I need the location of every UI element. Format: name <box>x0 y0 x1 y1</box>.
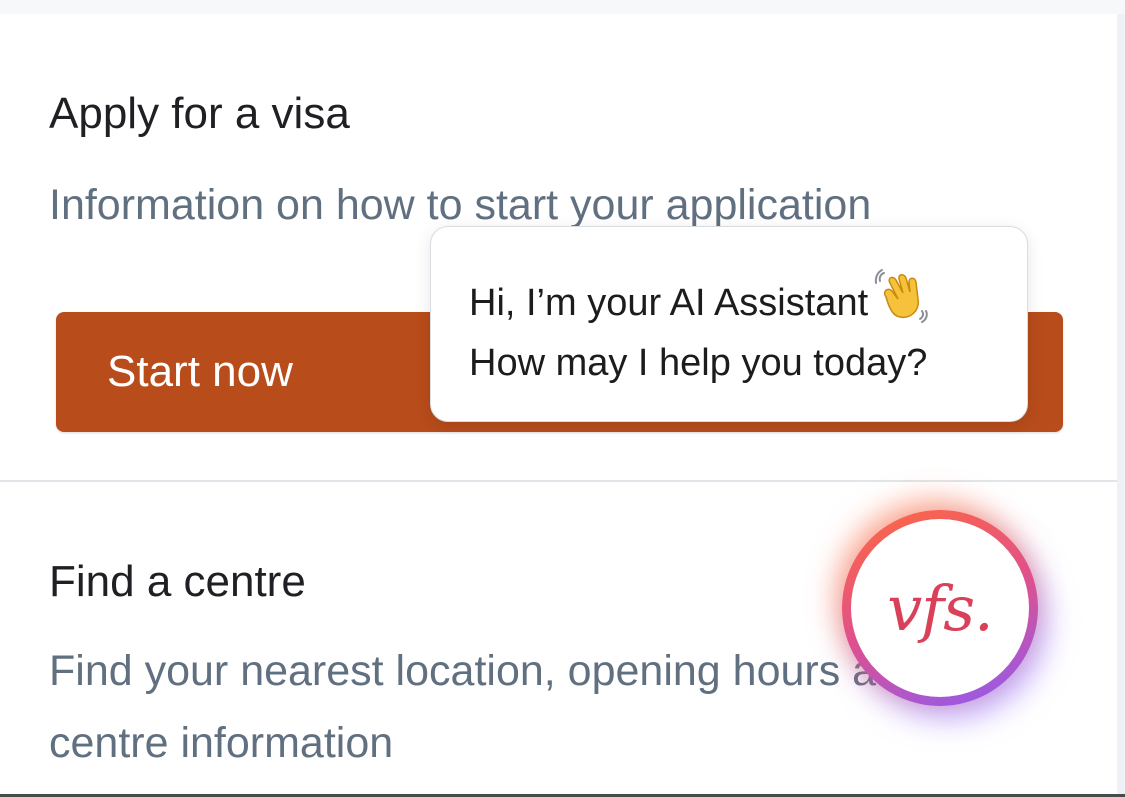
divider <box>0 480 1117 482</box>
ai-assistant-launcher-button[interactable]: vfs. <box>842 510 1038 706</box>
top-strip <box>0 0 1125 14</box>
prompt-line: How may I help you today? <box>469 342 928 384</box>
scrollbar-track[interactable] <box>1117 14 1125 797</box>
greeting-text: Hi, I’m your AI Assistant <box>469 282 869 324</box>
ai-assistant-greeting-bubble[interactable]: Hi, I’m your AI Assistant How may I help… <box>430 226 1028 422</box>
visa-card-title: Apply for a visa <box>49 89 350 138</box>
waving-hand-icon <box>874 269 928 323</box>
greeting-line: Hi, I’m your AI Assistant <box>469 267 1027 333</box>
vfs-logo-icon: vfs. <box>887 571 993 645</box>
centre-card-title: Find a centre <box>49 557 306 606</box>
launcher-inner: vfs. <box>851 519 1029 697</box>
